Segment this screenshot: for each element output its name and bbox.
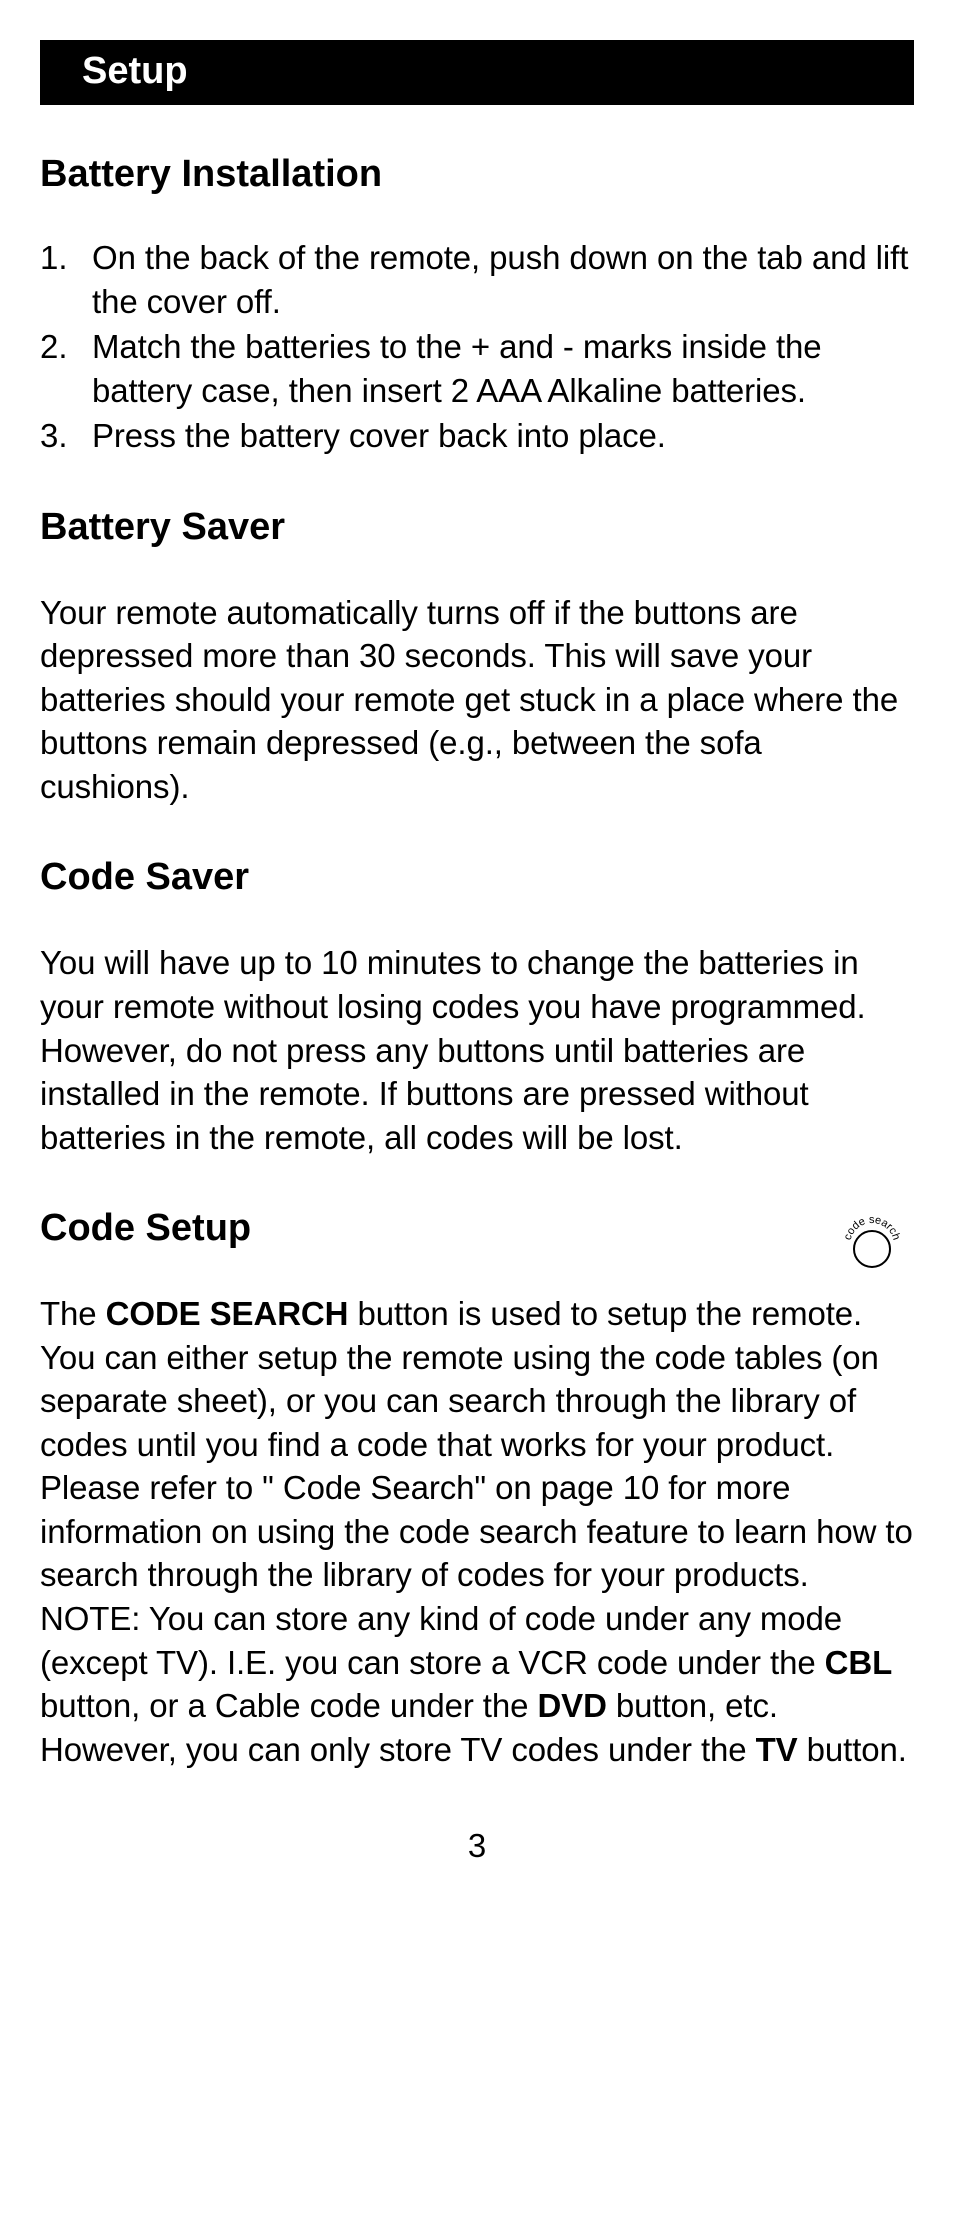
heading-code-saver: Code Saver [40,856,914,899]
step-text: Match the batteries to the + and - marks… [92,328,822,409]
step-text: Press the battery cover back into place. [92,417,666,454]
list-item: Match the batteries to the + and - marks… [92,325,914,412]
battery-installation-steps: On the back of the remote, push down on … [40,236,914,458]
text-run: NOTE: You can store any kind of code und… [40,1600,842,1681]
svg-text:code search: code search [842,1214,902,1242]
text-run: button is used to setup the remote. You … [40,1295,913,1593]
code-search-label-arc: code search [842,1211,902,1271]
code-search-label-text: code search [842,1214,902,1242]
heading-battery-saver: Battery Saver [40,506,914,549]
bold-tv: TV [756,1731,798,1768]
bold-dvd: DVD [537,1687,606,1724]
section-header-title: Setup [82,50,188,92]
text-run: button, or a Cable code under the [40,1687,537,1724]
circle-icon [854,1231,890,1267]
step-text: On the back of the remote, push down on … [92,239,908,320]
page-number: 3 [40,1827,914,1865]
text-run: The [40,1295,106,1332]
code-search-icon: code search [842,1211,902,1271]
bold-code-search: CODE SEARCH [106,1295,349,1332]
bold-cbl: CBL [825,1644,893,1681]
heading-code-setup: Code Setup [40,1207,914,1250]
text-run: button. [798,1731,907,1768]
code-setup-heading-row: Code Setup code search [40,1207,914,1250]
battery-saver-body: Your remote automatically turns off if t… [40,591,914,809]
code-setup-body: The CODE SEARCH button is used to setup … [40,1292,914,1771]
section-header-bar: Setup [40,40,914,105]
heading-battery-installation: Battery Installation [40,153,914,196]
list-item: On the back of the remote, push down on … [92,236,914,323]
list-item: Press the battery cover back into place. [92,414,914,458]
code-saver-body: You will have up to 10 minutes to change… [40,941,914,1159]
manual-page: Setup Battery Installation On the back o… [0,0,954,1905]
